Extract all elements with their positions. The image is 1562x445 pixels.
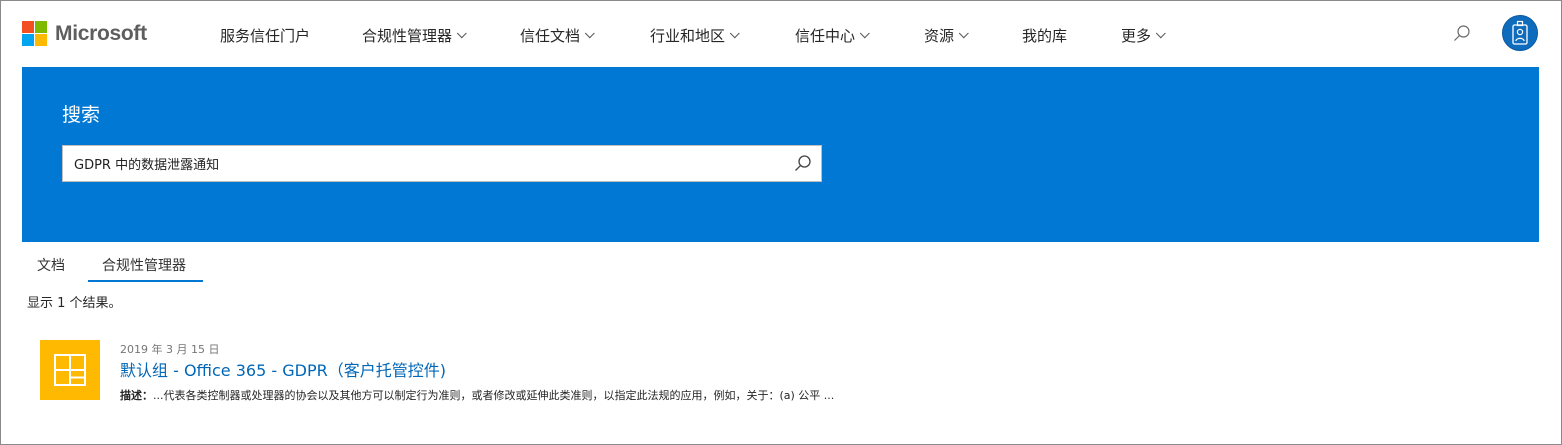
page-title: 搜索 — [62, 104, 101, 126]
search-icon — [1454, 25, 1470, 41]
microsoft-logo-icon — [22, 21, 47, 46]
description-text: ...代表各类控制器或处理器的协会以及其他方可以制定行为准则，或者修改或延伸此类… — [153, 389, 835, 402]
header-search-button[interactable] — [1452, 24, 1472, 44]
tab-label: 合规性管理器 — [102, 258, 186, 274]
nav-item-trust-center[interactable]: 信任中心 — [795, 24, 870, 46]
nav-item-my-library[interactable]: 我的库 — [1022, 24, 1067, 46]
chevron-down-icon — [584, 27, 595, 38]
microsoft-logo[interactable]: Microsoft — [22, 21, 147, 46]
chevron-down-icon — [859, 27, 870, 38]
badge-icon — [1512, 20, 1528, 45]
nav-item-label: 我的库 — [1022, 26, 1068, 45]
nav-item-label: 行业和地区 — [650, 26, 726, 45]
nav-item-label: 资源 — [924, 26, 955, 45]
chevron-down-icon — [729, 27, 740, 38]
result-count: 显示 1 个结果。 — [27, 296, 122, 311]
search-input[interactable] — [63, 146, 783, 181]
nav-item-label: 信任文档 — [520, 26, 581, 45]
layout-grid-icon — [54, 354, 86, 386]
search-submit-button[interactable] — [793, 154, 813, 174]
result-date: 2019 年 3 月 15 日 — [120, 343, 220, 356]
tab-compliance-manager[interactable]: 合规性管理器 — [88, 252, 203, 282]
brand-name: Microsoft — [55, 21, 147, 45]
nav-item-label: 合规性管理器 — [362, 26, 453, 45]
nav-item-trust-documents[interactable]: 信任文档 — [520, 24, 595, 46]
search-icon — [795, 155, 811, 171]
user-avatar[interactable] — [1502, 15, 1538, 51]
search-hero: 搜索 — [22, 67, 1539, 242]
nav-item-resources[interactable]: 资源 — [924, 24, 969, 46]
tab-label: 文档 — [37, 258, 65, 274]
nav-item-industries-regions[interactable]: 行业和地区 — [650, 24, 740, 46]
result-title-link[interactable]: 默认组 - Office 365 - GDPR（客户托管控件) — [120, 357, 446, 381]
tab-documents[interactable]: 文档 — [37, 252, 69, 282]
nav-item-label: 信任中心 — [795, 26, 856, 45]
description-label: 描述： — [120, 389, 153, 402]
result-thumbnail[interactable] — [40, 340, 100, 400]
nav-item-service-trust-portal[interactable]: 服务信任门户 — [220, 24, 310, 46]
chevron-down-icon — [456, 27, 467, 38]
nav-item-compliance-manager[interactable]: 合规性管理器 — [362, 24, 467, 46]
nav-item-more[interactable]: 更多 — [1121, 24, 1166, 46]
nav-item-label: 服务信任门户 — [220, 26, 311, 45]
nav-item-label: 更多 — [1121, 26, 1152, 45]
chevron-down-icon — [1155, 27, 1166, 38]
result-description: 描述：...代表各类控制器或处理器的协会以及其他方可以制定行为准则，或者修改或延… — [120, 387, 834, 403]
top-header: Microsoft 服务信任门户 合规性管理器 信任文档 行业和地区 信任中心 … — [0, 0, 1562, 68]
search-box — [62, 145, 822, 182]
chevron-down-icon — [958, 27, 969, 38]
